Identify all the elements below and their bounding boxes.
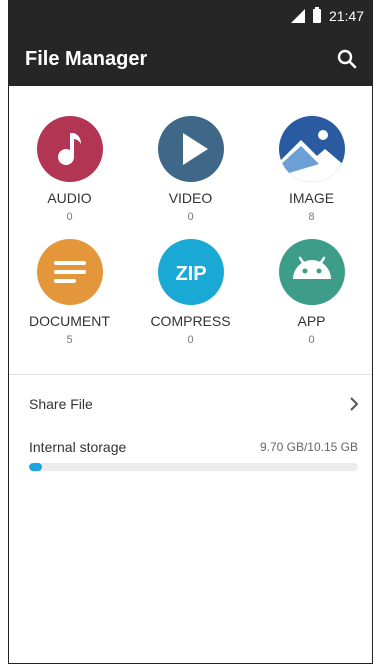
category-label: APP bbox=[297, 313, 326, 329]
internal-storage[interactable]: Internal storage 9.70 GB/10.15 GB bbox=[9, 433, 372, 471]
category-document[interactable]: DOCUMENT 5 bbox=[9, 239, 130, 346]
category-compress[interactable]: ZIP COMPRESS 0 bbox=[130, 239, 251, 346]
document-lines-icon bbox=[36, 239, 103, 305]
storage-progress-fill bbox=[29, 463, 43, 471]
category-video[interactable]: VIDEO 0 bbox=[130, 116, 251, 223]
category-app[interactable]: APP 0 bbox=[251, 239, 372, 346]
play-icon bbox=[157, 116, 224, 182]
storage-size: 9.70 GB/10.15 GB bbox=[259, 440, 358, 454]
category-count: 0 bbox=[66, 211, 73, 223]
category-count: 0 bbox=[187, 211, 194, 223]
storage-label: Internal storage bbox=[29, 439, 127, 455]
category-image[interactable]: IMAGE 8 bbox=[251, 116, 372, 223]
share-file-row[interactable]: Share File bbox=[9, 375, 372, 433]
android-icon bbox=[278, 239, 345, 305]
category-label: VIDEO bbox=[168, 190, 213, 206]
category-count: 5 bbox=[66, 334, 73, 346]
category-label: COMPRESS bbox=[150, 313, 231, 329]
search-button[interactable] bbox=[332, 44, 362, 74]
mountain-image-icon bbox=[278, 116, 345, 182]
share-file-label: Share File bbox=[29, 396, 93, 412]
category-grid: AUDIO 0 VIDEO 0 IMAGE 8 DOCUMENT 5 ZIP C… bbox=[9, 86, 372, 346]
app-title: File Manager bbox=[25, 47, 148, 70]
battery-icon bbox=[312, 7, 321, 23]
category-count: 8 bbox=[308, 211, 315, 223]
category-label: AUDIO bbox=[47, 190, 92, 206]
music-note-icon bbox=[36, 116, 103, 182]
search-icon bbox=[337, 49, 357, 69]
category-audio[interactable]: AUDIO 0 bbox=[9, 116, 130, 223]
category-label: DOCUMENT bbox=[29, 313, 110, 329]
category-count: 0 bbox=[308, 334, 315, 346]
zip-icon: ZIP bbox=[157, 239, 224, 305]
svg-text:ZIP: ZIP bbox=[175, 263, 206, 285]
status-bar: 21:47 bbox=[9, 0, 372, 32]
storage-progress-bar bbox=[29, 463, 358, 471]
app-bar: File Manager bbox=[9, 32, 372, 86]
chevron-right-icon bbox=[350, 397, 359, 411]
category-label: IMAGE bbox=[288, 190, 335, 206]
screen: 21:47 File Manager AUDIO 0 VIDEO 0 IMAGE… bbox=[8, 0, 373, 664]
category-count: 0 bbox=[187, 334, 194, 346]
signal-icon bbox=[290, 9, 305, 23]
status-time: 21:47 bbox=[328, 8, 364, 24]
